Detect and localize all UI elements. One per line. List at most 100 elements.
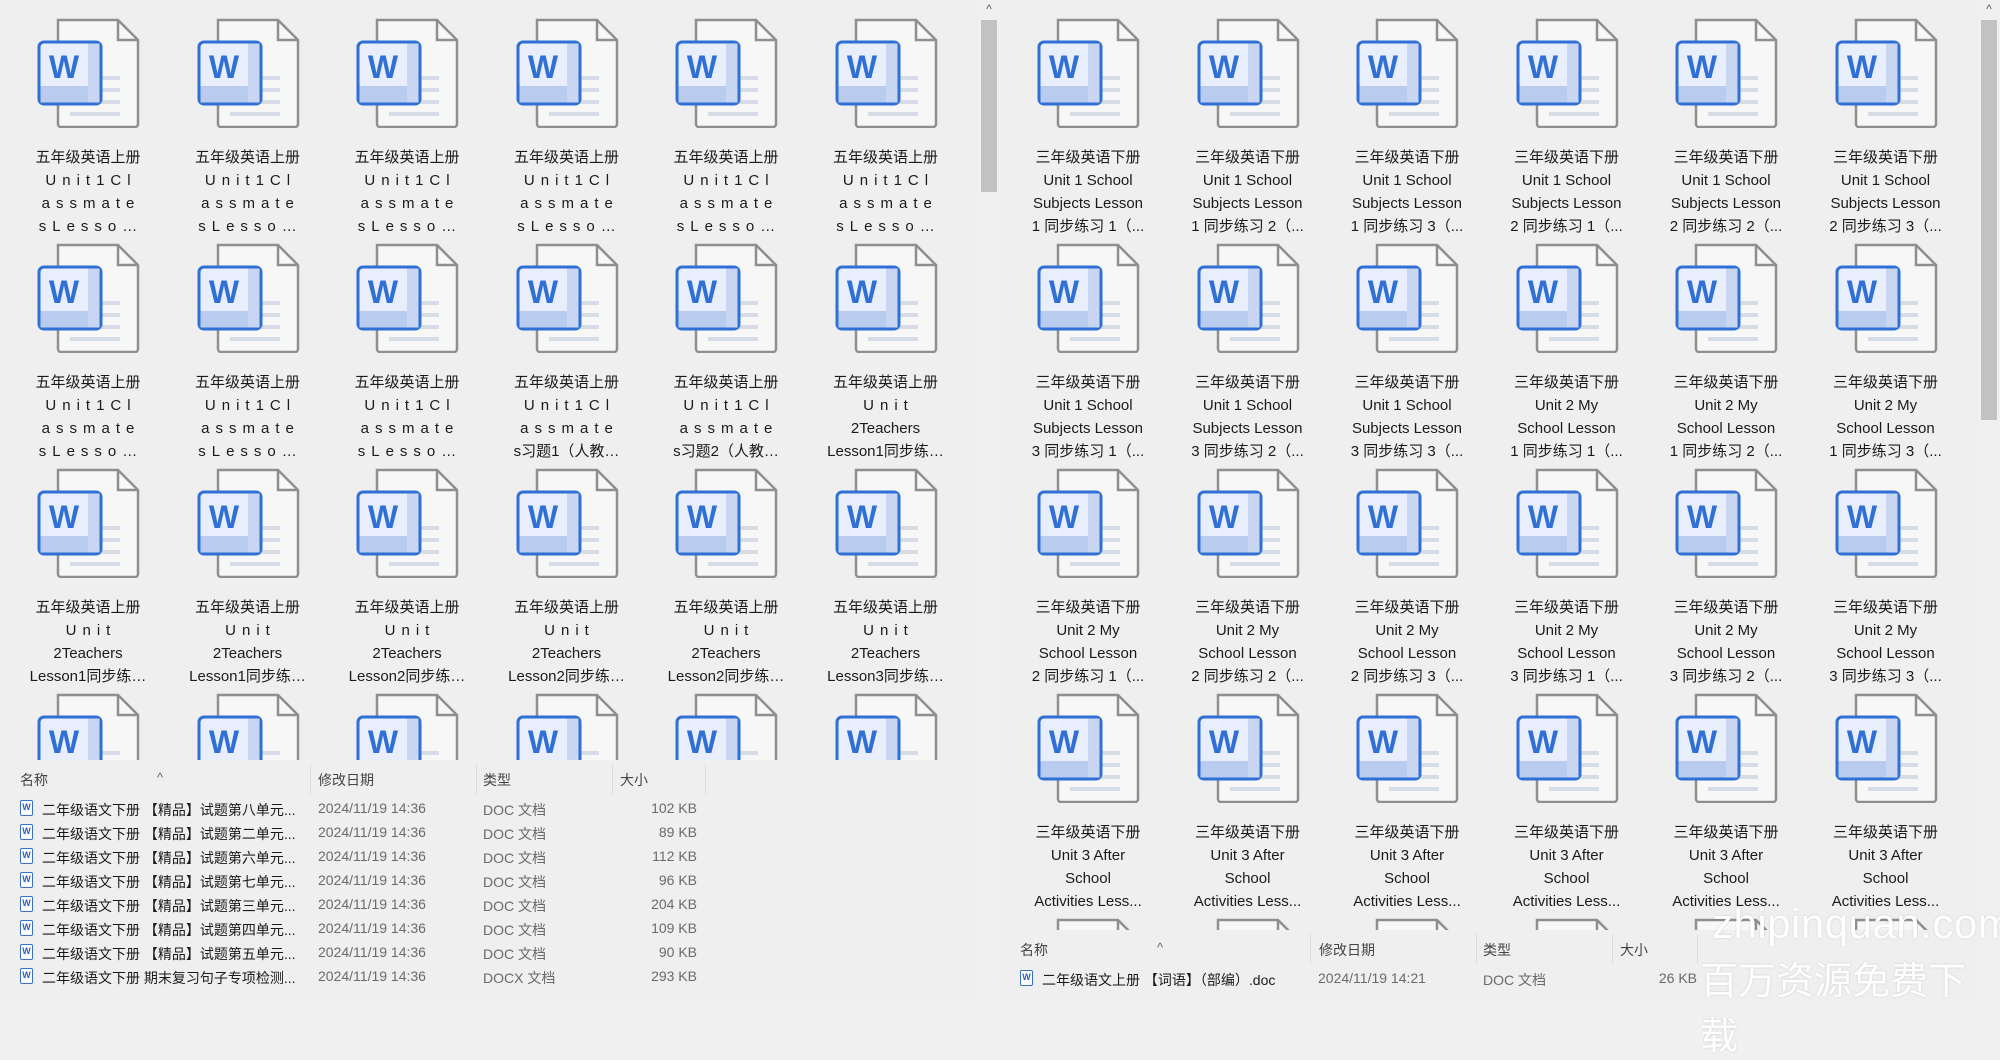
- file-item[interactable]: W: [1329, 918, 1485, 930]
- file-name-line: Unit: [863, 397, 914, 414]
- file-item[interactable]: W 三年级英语下册 Unit 1 School Subjects Lesson 1 同步…: [1010, 18, 1166, 238]
- file-item[interactable]: W 三年级英语下册 Unit 1 School Subjects Lesson 3 同步…: [1010, 243, 1166, 463]
- file-item[interactable]: W: [489, 693, 645, 760]
- file-item[interactable]: W 三年级英语下册 Unit 2 My School Lesson 2 同步练习 2（.…: [1170, 468, 1326, 688]
- column-size[interactable]: 大小: [620, 770, 648, 790]
- file-item[interactable]: W 五年级英语上册 Unit1Cl assmate sLesso…: [648, 18, 804, 238]
- file-row[interactable]: W 二年级语文下册 【精品】试题第五单元... 2024/11/19 14:36 DO…: [0, 940, 978, 964]
- column-type[interactable]: 类型: [483, 770, 511, 790]
- file-item[interactable]: W 三年级英语下册 Unit 3 After School Activities Les…: [1010, 693, 1166, 913]
- file-item[interactable]: W 三年级英语下册 Unit 1 School Subjects Lesson 1 同步…: [1170, 18, 1326, 238]
- chevron-up-icon[interactable]: ^: [1978, 2, 2000, 16]
- file-item[interactable]: W 三年级英语下册 Unit 2 My School Lesson 3 同步练习 2（.…: [1648, 468, 1804, 688]
- column-date[interactable]: 修改日期: [1319, 940, 1375, 960]
- file-item[interactable]: W: [329, 693, 485, 760]
- file-item[interactable]: W: [1010, 918, 1166, 930]
- word-doc-icon: W: [329, 243, 485, 353]
- file-item[interactable]: W 三年级英语下册 Unit 3 After School Activities Les…: [1489, 693, 1645, 913]
- column-name[interactable]: 名称: [1020, 940, 1048, 960]
- file-row[interactable]: W 二年级语文下册 【精品】试题第六单元... 2024/11/19 14:36 DO…: [0, 844, 978, 868]
- word-doc-icon: W: [648, 18, 804, 128]
- file-item[interactable]: W 五年级英语上册 Unit 2Teachers Lesson2同步练…: [489, 468, 645, 688]
- file-name-line: assmate: [41, 195, 141, 212]
- vertical-scrollbar[interactable]: ^: [1978, 0, 2000, 1000]
- scrollbar-thumb[interactable]: [981, 20, 997, 192]
- file-size: 109 KB: [651, 920, 697, 936]
- svg-text:W: W: [368, 724, 399, 760]
- column-name[interactable]: 名称: [20, 770, 48, 790]
- file-item[interactable]: W 五年级英语上册 Unit1Cl assmate sLesso…: [10, 243, 166, 463]
- svg-text:W: W: [846, 724, 877, 760]
- file-name-line: 五年级英语上册: [194, 149, 300, 166]
- svg-text:W: W: [49, 724, 80, 760]
- file-item[interactable]: W 五年级英语上册 Unit1Cl assmate sLesso…: [170, 243, 326, 463]
- column-size[interactable]: 大小: [1620, 940, 1648, 960]
- file-row[interactable]: W 二年级语文下册 【精品】试题第七单元... 2024/11/19 14:36 DO…: [0, 868, 978, 892]
- file-date: 2024/11/19 14:36: [318, 944, 426, 960]
- vertical-scrollbar[interactable]: ^: [978, 0, 1000, 1000]
- chevron-up-icon[interactable]: ^: [978, 2, 1000, 16]
- file-item[interactable]: W 三年级英语下册 Unit 2 My School Lesson 2 同步练习 3（.…: [1329, 468, 1485, 688]
- file-item[interactable]: W: [1170, 918, 1326, 930]
- file-item[interactable]: W 五年级英语上册 Unit1Cl assmate sLesso…: [10, 18, 166, 238]
- file-name-line: 三年级英语下册: [1832, 824, 1938, 841]
- file-item[interactable]: W 三年级英语下册 Unit 2 My School Lesson 1 同步练习 3（.…: [1808, 243, 1964, 463]
- file-name-line: 五年级英语上册: [354, 374, 460, 391]
- file-name-label: 三年级英语下册 Unit 2 My School Lesson 3 同步练习 2（..…: [1648, 596, 1804, 688]
- file-item[interactable]: W 五年级英语上册 Unit1Cl assmate sLesso…: [329, 243, 485, 463]
- file-item[interactable]: W 五年级英语上册 Unit1Cl assmate sLesso…: [808, 18, 964, 238]
- file-item[interactable]: W 三年级英语下册 Unit 1 School Subjects Lesson 3 同步…: [1329, 243, 1485, 463]
- file-item[interactable]: W 三年级英语下册 Unit 1 School Subjects Lesson 3 同步…: [1170, 243, 1326, 463]
- file-row[interactable]: W 二年级语文下册 期末复习句子专项检测... 2024/11/19 14:36 DO…: [0, 964, 978, 988]
- file-item[interactable]: W: [648, 693, 804, 760]
- file-name-line: assmate: [520, 195, 619, 212]
- file-item[interactable]: W 三年级英语下册 Unit 3 After School Activities Les…: [1329, 693, 1485, 913]
- file-item[interactable]: W 三年级英语下册 Unit 2 My School Lesson 3 同步练习 1（.…: [1489, 468, 1645, 688]
- file-item[interactable]: W 五年级英语上册 Unit 2Teachers Lesson1同步练…: [808, 243, 964, 463]
- file-item[interactable]: W 五年级英语上册 Unit 2Teachers Lesson1同步练…: [10, 468, 166, 688]
- file-name-line: Subjects Lesson: [1032, 195, 1144, 212]
- file-name-label: 五年级英语上册 Unit1Cl assmate sLesso…: [170, 146, 326, 238]
- file-item[interactable]: W 三年级英语下册 Unit 3 After School Activities Les…: [1170, 693, 1326, 913]
- file-item[interactable]: W 三年级英语下册 Unit 1 School Subjects Lesson 2 同步…: [1808, 18, 1964, 238]
- file-item[interactable]: W 三年级英语下册 Unit 3 After School Activities Les…: [1648, 693, 1804, 913]
- file-row[interactable]: W 二年级语文下册 【精品】试题第二单元... 2024/11/19 14:36 DO…: [0, 820, 978, 844]
- file-item[interactable]: W 三年级英语下册 Unit 1 School Subjects Lesson 1 同步…: [1329, 18, 1485, 238]
- scrollbar-thumb[interactable]: [1981, 20, 1997, 420]
- file-name-line: 3 同步练习 2（...: [1191, 443, 1304, 460]
- file-row[interactable]: W 二年级语文下册 【精品】试题第三单元... 2024/11/19 14:36 DO…: [0, 892, 978, 916]
- word-doc-icon: W: [1329, 18, 1485, 128]
- file-item[interactable]: W 五年级英语上册 Unit1Cl assmate s习题1（人教…: [489, 243, 645, 463]
- file-name-line: School Lesson: [1676, 645, 1776, 662]
- file-item[interactable]: W 三年级英语下册 Unit 2 My School Lesson 2 同步练习 1（.…: [1010, 468, 1166, 688]
- file-item[interactable]: W 五年级英语上册 Unit 2Teachers Lesson1同步练…: [170, 468, 326, 688]
- file-item[interactable]: W 五年级英语上册 Unit1Cl assmate sLesso…: [329, 18, 485, 238]
- file-item[interactable]: W 三年级英语下册 Unit 2 My School Lesson 1 同步练习 1（.…: [1489, 243, 1645, 463]
- file-item[interactable]: W 五年级英语上册 Unit 2Teachers Lesson2同步练…: [329, 468, 485, 688]
- file-item[interactable]: W 五年级英语上册 Unit 2Teachers Lesson3同步练…: [808, 468, 964, 688]
- file-item[interactable]: W 五年级英语上册 Unit 2Teachers Lesson2同步练…: [648, 468, 804, 688]
- file-row[interactable]: W 二年级语文下册 【精品】试题第八单元... 2024/11/19 14:36 DO…: [0, 796, 978, 820]
- column-date[interactable]: 修改日期: [318, 770, 374, 790]
- file-name-line: School: [1862, 870, 1909, 887]
- file-item[interactable]: W: [10, 693, 166, 760]
- file-name-line: 三年级英语下册: [1354, 374, 1460, 391]
- file-item[interactable]: W 三年级英语下册 Unit 2 My School Lesson 1 同步练习 2（.…: [1648, 243, 1804, 463]
- file-item[interactable]: W 三年级英语下册 Unit 1 School Subjects Lesson 2 同步…: [1489, 18, 1645, 238]
- column-type[interactable]: 类型: [1483, 940, 1511, 960]
- svg-text:W: W: [368, 499, 399, 535]
- file-row[interactable]: W 二年级语文下册 【精品】试题第四单元... 2024/11/19 14:36 DO…: [0, 916, 978, 940]
- file-name-line: Unit: [703, 622, 755, 639]
- file-item[interactable]: W: [808, 693, 964, 760]
- file-item[interactable]: W 三年级英语下册 Unit 2 My School Lesson 3 同步练习 3（.…: [1808, 468, 1964, 688]
- file-item[interactable]: W: [1489, 918, 1645, 930]
- file-name-line: School Lesson: [1357, 645, 1457, 662]
- file-name-line: 2 同步练习 1（...: [1510, 218, 1623, 235]
- file-size: 89 KB: [658, 824, 697, 840]
- file-item[interactable]: W 三年级英语下册 Unit 1 School Subjects Lesson 2 同步…: [1648, 18, 1804, 238]
- file-item[interactable]: W 三年级英语下册 Unit 3 After School Activities Les…: [1808, 693, 1964, 913]
- file-item[interactable]: W 五年级英语上册 Unit1Cl assmate s习题2（人教…: [648, 243, 804, 463]
- file-item[interactable]: W 五年级英语上册 Unit1Cl assmate sLesso…: [489, 18, 645, 238]
- file-item[interactable]: W: [170, 693, 326, 760]
- file-item[interactable]: W 五年级英语上册 Unit1Cl assmate sLesso…: [170, 18, 326, 238]
